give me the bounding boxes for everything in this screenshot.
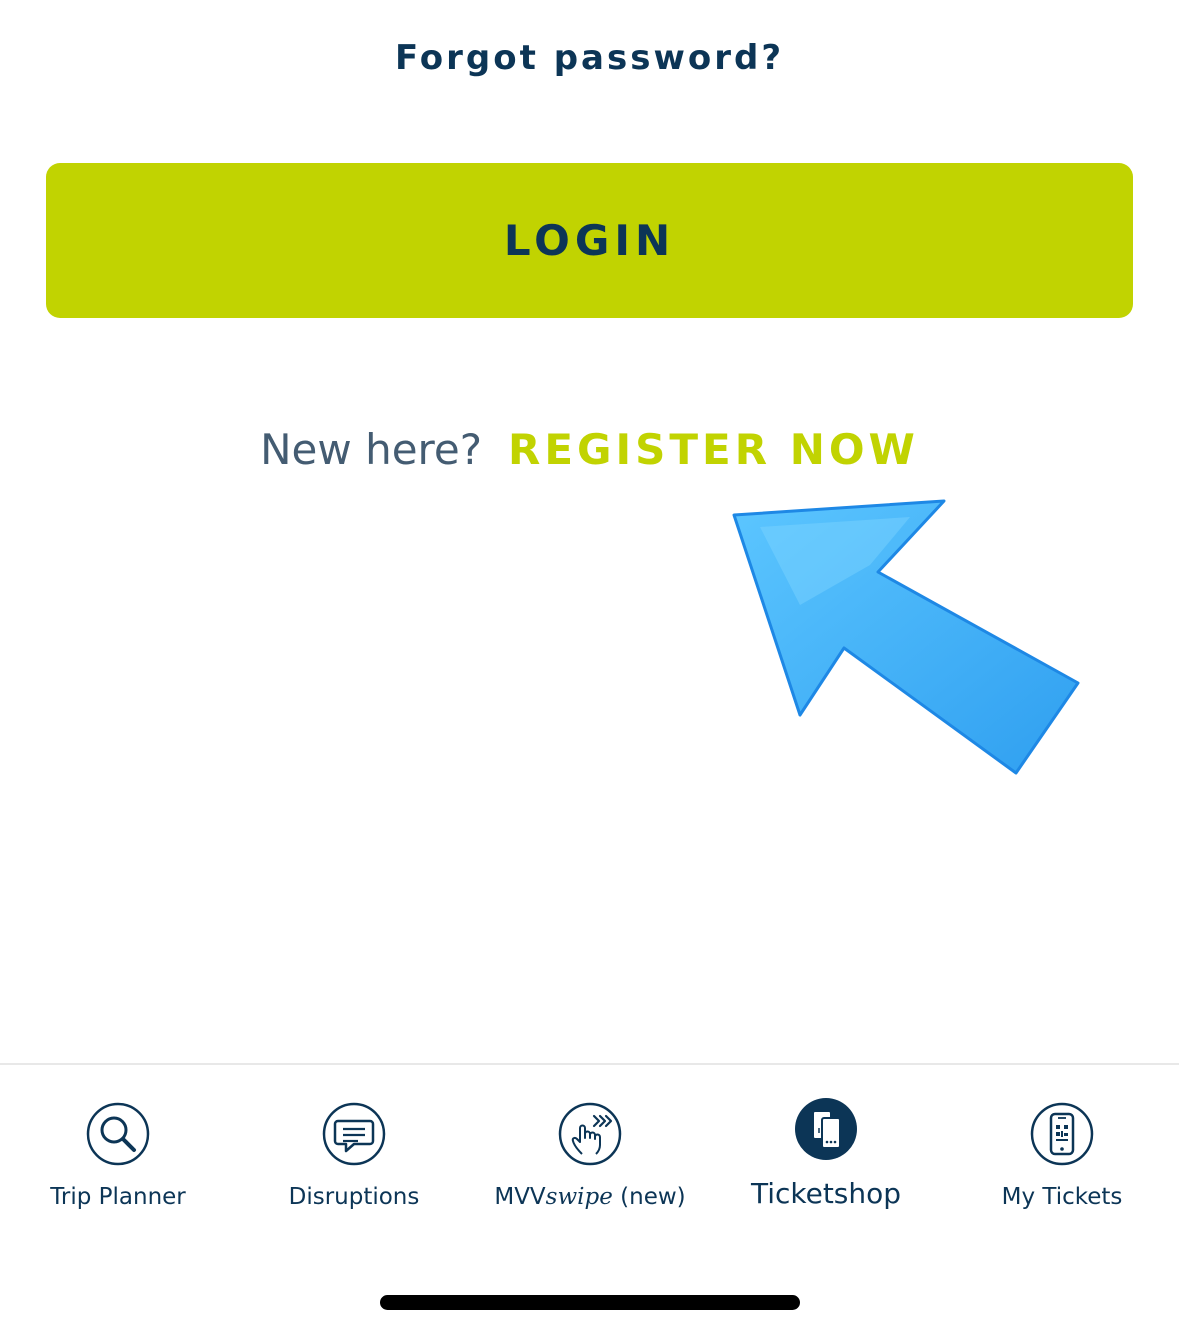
tab-ticketshop[interactable]: Ticketshop	[708, 1065, 944, 1235]
speech-bubble-icon	[322, 1102, 386, 1166]
tab-label-suffix: (new)	[612, 1184, 686, 1210]
tab-trip-planner[interactable]: Trip Planner	[0, 1065, 236, 1235]
tab-disruptions[interactable]: Disruptions	[236, 1065, 472, 1235]
tab-my-tickets[interactable]: My Tickets	[944, 1065, 1179, 1235]
register-row: New here? REGISTER NOW	[0, 425, 1179, 474]
tab-label: Disruptions	[288, 1184, 420, 1210]
tab-label-italic: swipe	[545, 1184, 613, 1210]
ticketshop-icon	[795, 1098, 857, 1160]
phone-ticket-icon	[1030, 1102, 1094, 1166]
home-indicator[interactable]	[380, 1295, 800, 1310]
new-here-text: New here?	[260, 425, 483, 474]
login-screen: Forgot password? LOGIN New here? REGISTE…	[0, 0, 1179, 1335]
tab-label-mvv-swipe: MVVswipe (new)	[494, 1184, 685, 1210]
tab-label-prefix: MVV	[494, 1184, 546, 1210]
forgot-password-link[interactable]: Forgot password?	[0, 38, 1179, 78]
tab-label: Ticketshop	[750, 1177, 902, 1210]
swipe-hand-icon	[558, 1102, 622, 1166]
login-button[interactable]: LOGIN	[46, 163, 1133, 318]
magnifier-icon	[86, 1102, 150, 1166]
annotation-arrow-icon	[732, 499, 1080, 775]
tab-label: My Tickets	[1001, 1184, 1123, 1210]
login-button-label: LOGIN	[503, 216, 676, 265]
register-now-link[interactable]: REGISTER NOW	[508, 425, 919, 474]
tab-mvv-swipe[interactable]: MVVswipe (new)	[472, 1065, 708, 1235]
tab-label: Trip Planner	[50, 1184, 186, 1210]
